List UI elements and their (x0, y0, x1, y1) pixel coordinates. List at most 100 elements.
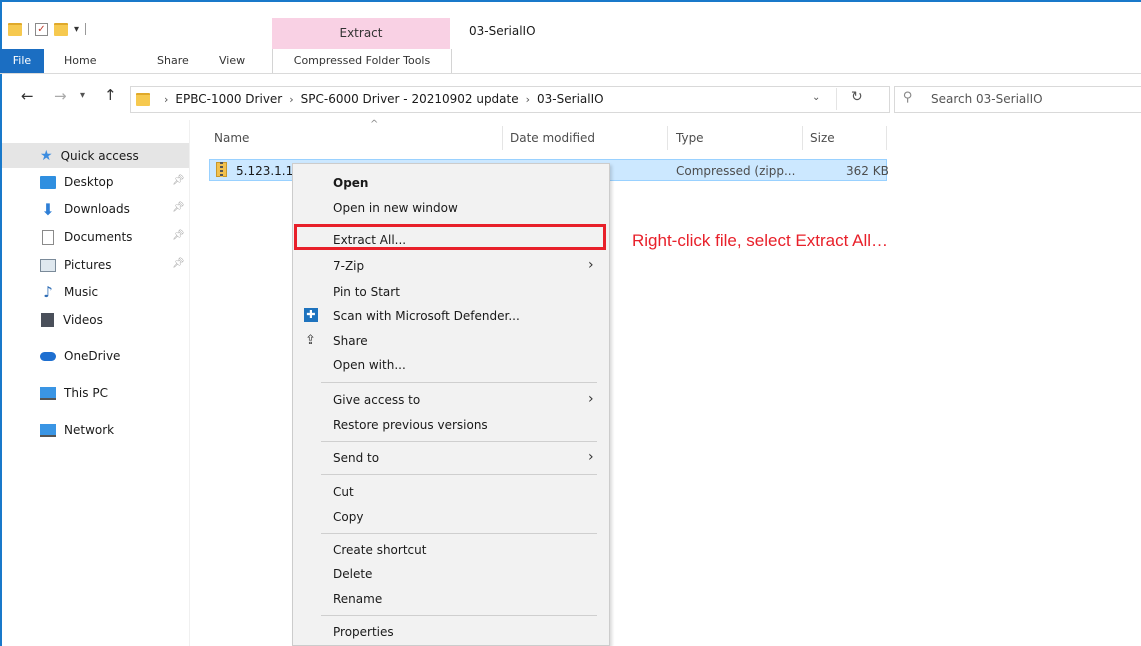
breadcrumb-item[interactable]: EPBC-1000 Driver (175, 92, 282, 106)
menu-item-copy[interactable]: Copy (333, 510, 363, 524)
sort-ascending-icon: ^ (370, 119, 379, 130)
highlight-box (294, 224, 606, 250)
menu-item-properties[interactable]: Properties (333, 625, 394, 639)
pin-icon[interactable]: 📌︎ (172, 202, 185, 213)
menu-item-scan-defender[interactable]: Scan with Microsoft Defender... (333, 309, 520, 323)
nav-item-label: Downloads (64, 202, 130, 216)
toolbar-divider (28, 23, 29, 35)
pin-icon[interactable]: 📌︎ (172, 258, 185, 269)
chevron-right-icon[interactable]: › (164, 93, 168, 106)
search-placeholder: Search 03-SerialIO (931, 92, 1043, 106)
download-icon: ⬇ (41, 199, 55, 219)
nav-item-videos[interactable]: Videos (40, 309, 103, 331)
address-history-dropdown-icon[interactable]: ⌄ (812, 92, 820, 103)
column-divider[interactable] (667, 126, 668, 150)
breadcrumb-item[interactable]: 03-SerialIO (537, 92, 604, 106)
nav-item-label: Network (64, 423, 115, 437)
nav-item-label: Quick access (60, 149, 139, 163)
chevron-right-icon[interactable]: › (526, 93, 530, 106)
nav-item-this-pc[interactable]: This PC (40, 382, 108, 404)
music-icon: ♪ (43, 283, 53, 301)
nav-item-label: Pictures (64, 258, 112, 272)
share-icon: ⇪ (305, 333, 316, 348)
menu-separator (321, 474, 597, 475)
instruction-annotation: Right-click file, select Extract All… (632, 231, 889, 250)
window-title: 03-SerialIO (469, 24, 536, 38)
tab-file[interactable]: File (0, 49, 44, 73)
menu-item-create-shortcut[interactable]: Create shortcut (333, 543, 426, 557)
menu-item-pin-to-start[interactable]: Pin to Start (333, 285, 400, 299)
tab-share[interactable]: Share (157, 49, 189, 73)
nav-item-downloads[interactable]: ⬇ Downloads (40, 198, 130, 220)
nav-item-documents[interactable]: Documents (40, 226, 132, 248)
submenu-arrow-icon: › (588, 257, 594, 273)
column-divider[interactable] (886, 126, 887, 150)
forward-arrow-icon[interactable]: → (54, 87, 67, 105)
toolbar-divider (85, 23, 87, 35)
menu-item-give-access[interactable]: Give access to (333, 393, 420, 407)
context-tab-group-label: Extract (339, 26, 383, 40)
new-folder-icon[interactable] (54, 22, 68, 36)
file-size: 362 KB (846, 164, 889, 178)
nav-item-label: Music (64, 285, 99, 299)
menu-item-share[interactable]: Share (333, 334, 368, 348)
pc-icon (40, 386, 56, 400)
tab-home[interactable]: Home (64, 49, 96, 73)
refresh-icon[interactable]: ↻ (851, 89, 863, 105)
column-divider[interactable] (802, 126, 803, 150)
column-header-size[interactable]: Size (810, 131, 835, 145)
up-arrow-icon[interactable]: ↑ (104, 86, 117, 104)
chevron-right-icon[interactable]: › (289, 93, 293, 106)
menu-item-open[interactable]: Open (333, 176, 368, 190)
zip-zipper-mark (220, 162, 223, 177)
desktop-icon (40, 175, 56, 189)
nav-item-pictures[interactable]: Pictures (40, 254, 112, 276)
documents-icon (42, 229, 54, 245)
menu-separator (321, 615, 597, 616)
properties-icon[interactable]: ✓ (35, 22, 48, 36)
menu-item-send-to[interactable]: Send to (333, 451, 379, 465)
menu-item-open-new-window[interactable]: Open in new window (333, 201, 458, 215)
nav-item-music[interactable]: ♪ Music (40, 281, 98, 303)
breadcrumb: › EPBC-1000 Driver › SPC-6000 Driver - 2021… (157, 92, 604, 106)
network-icon (40, 423, 56, 437)
search-icon: ⚲ (903, 90, 913, 105)
breadcrumb-item[interactable]: SPC-6000 Driver - 20210902 update (301, 92, 519, 106)
column-header-type[interactable]: Type (676, 131, 704, 145)
column-header-name[interactable]: Name (214, 131, 249, 145)
window-frame-top (0, 0, 1141, 2)
menu-item-rename[interactable]: Rename (333, 592, 382, 606)
nav-pane-divider (189, 120, 190, 646)
menu-item-7zip[interactable]: 7-Zip (333, 259, 364, 273)
tab-compressed-folder-tools[interactable]: Compressed Folder Tools (272, 49, 452, 73)
defender-icon: ✚ (304, 308, 318, 322)
nav-item-network[interactable]: Network (40, 419, 114, 441)
nav-item-label: OneDrive (64, 349, 121, 363)
menu-item-cut[interactable]: Cut (333, 485, 354, 499)
nav-item-desktop[interactable]: Desktop (40, 171, 114, 193)
tab-view[interactable]: View (219, 49, 245, 73)
column-header-date-modified[interactable]: Date modified (510, 131, 595, 145)
nav-item-label: Videos (63, 313, 103, 327)
nav-item-label: Desktop (64, 175, 114, 189)
star-icon: ★ (40, 148, 53, 164)
file-type: Compressed (zipp... (676, 164, 796, 178)
column-divider[interactable] (502, 126, 503, 150)
menu-item-restore-versions[interactable]: Restore previous versions (333, 418, 488, 432)
menu-separator (321, 382, 597, 383)
pin-icon[interactable]: 📌︎ (172, 175, 185, 186)
nav-item-onedrive[interactable]: OneDrive (40, 345, 120, 367)
submenu-arrow-icon: › (588, 391, 594, 407)
recent-locations-icon[interactable]: ▾ (80, 90, 85, 101)
address-divider (836, 88, 837, 110)
window-frame-left (0, 0, 2, 646)
back-arrow-icon[interactable]: ← (21, 87, 34, 105)
menu-item-open-with[interactable]: Open with... (333, 358, 406, 372)
videos-icon (41, 313, 54, 327)
pin-icon[interactable]: 📌︎ (172, 230, 185, 241)
ribbon-divider (0, 73, 1141, 74)
menu-separator (321, 441, 597, 442)
nav-item-quick-access[interactable]: ★ Quick access (40, 145, 139, 167)
customize-dropdown-icon[interactable]: ▾ (74, 24, 79, 35)
menu-item-delete[interactable]: Delete (333, 567, 372, 581)
